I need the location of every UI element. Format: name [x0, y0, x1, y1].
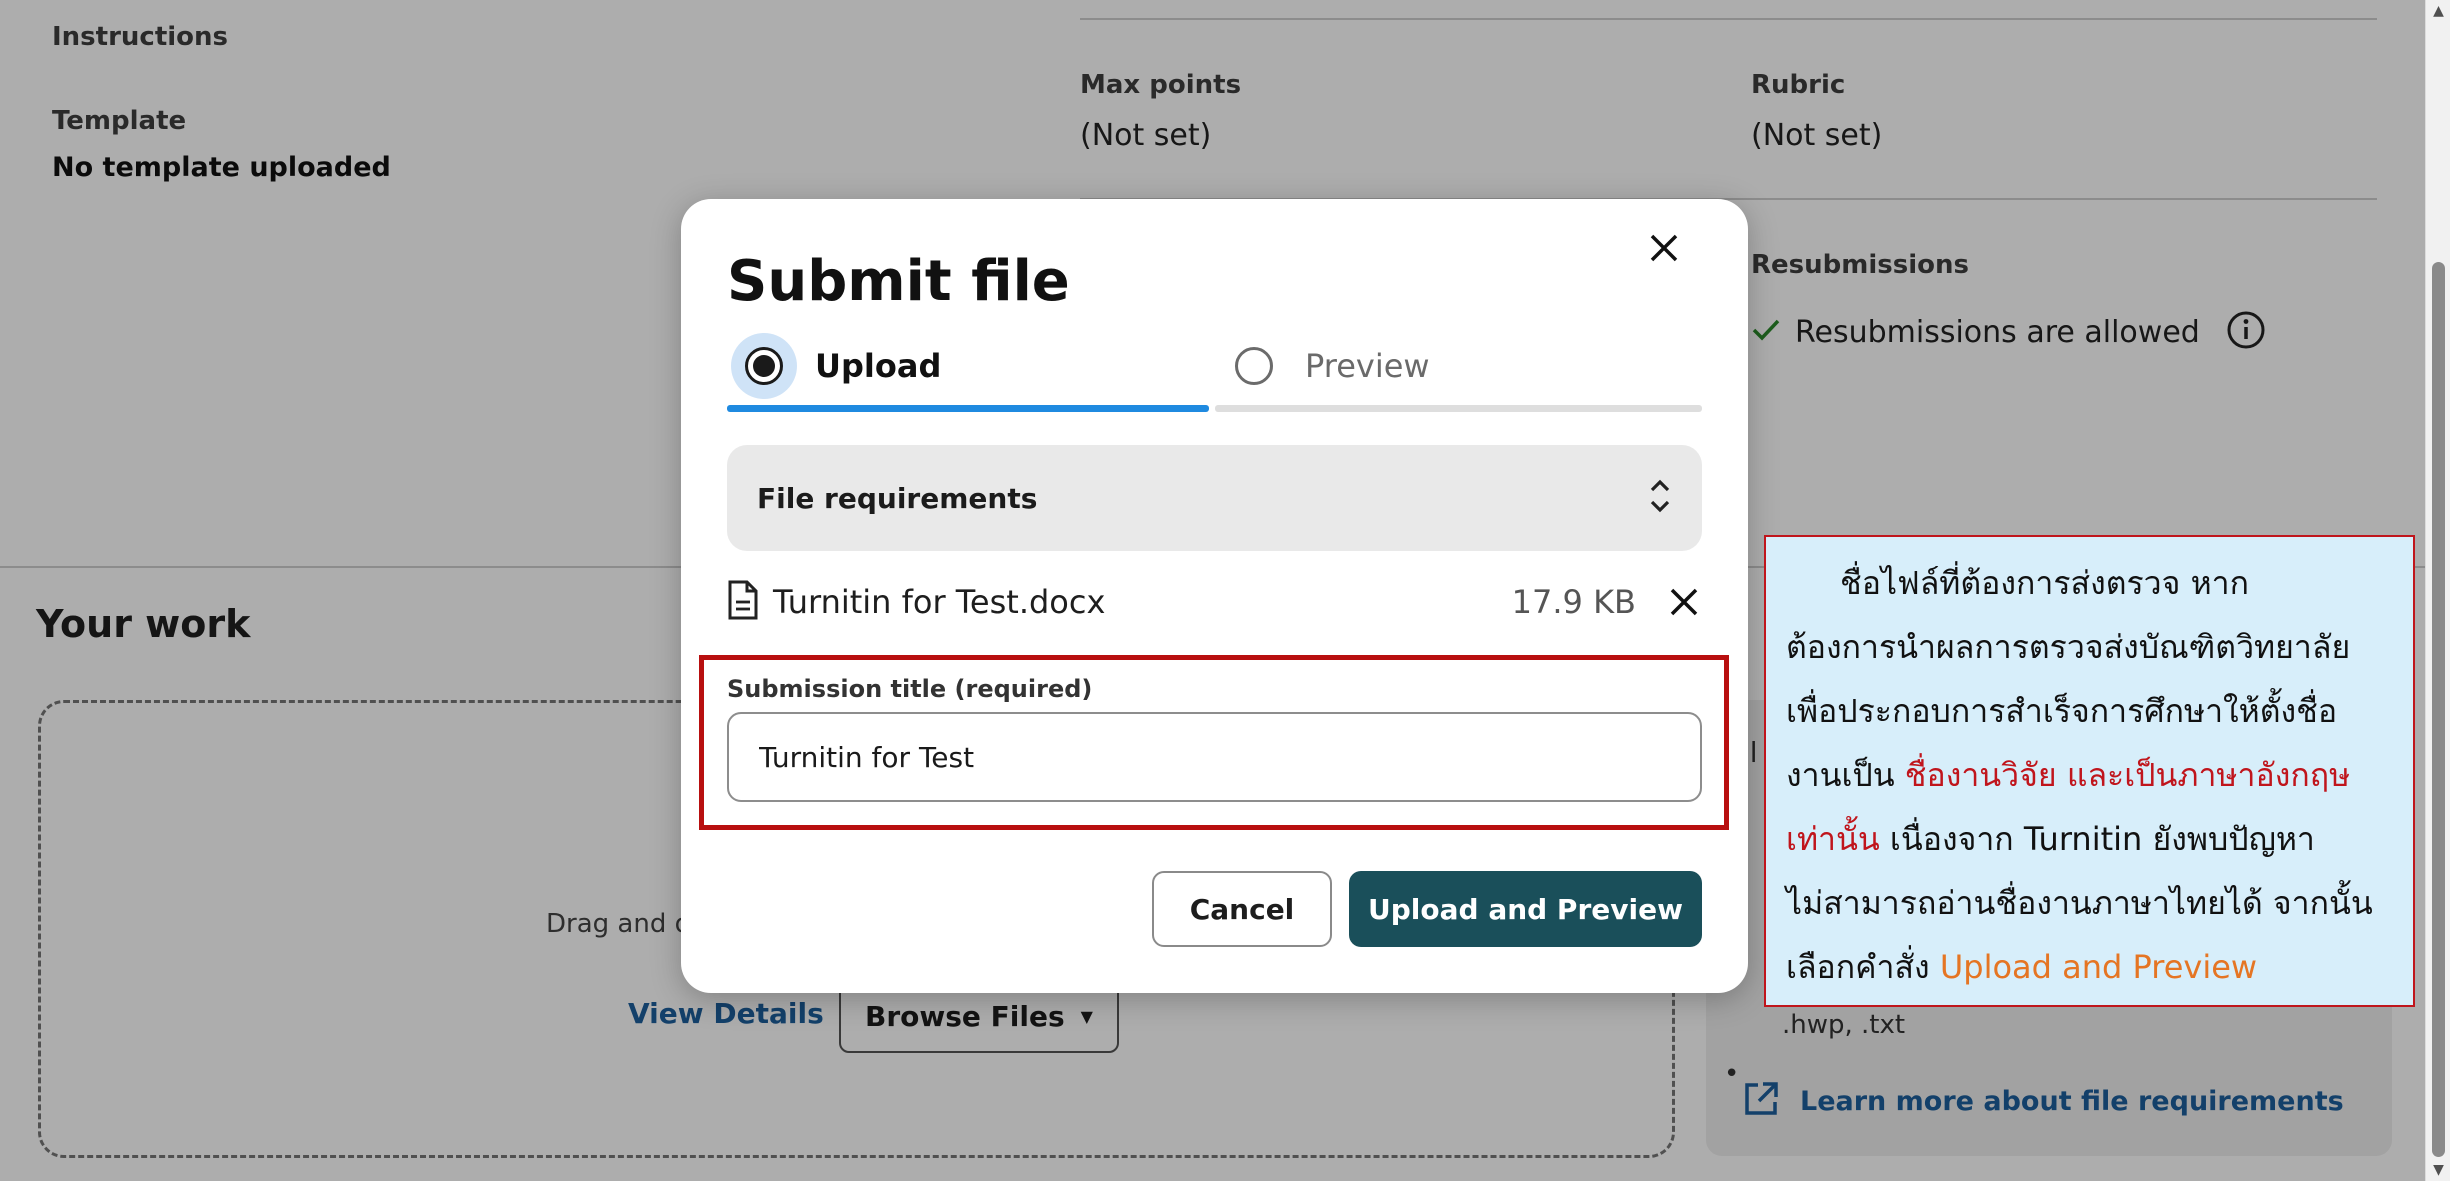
radio-unselected-icon [1221, 333, 1287, 399]
scroll-down-arrow-icon[interactable]: ▼ [2426, 1159, 2450, 1181]
step-preview-label: Preview [1305, 347, 1430, 385]
callout-line-1: ชื่อไฟล์ที่ต้องการส่งตรวจ หาก [1840, 564, 2249, 602]
callout-emphasis-orange: Upload and Preview [1939, 948, 2258, 986]
callout-line-6: ไม่สามารถอ่านชื่องานภาษาไทยได้ จากนั้น [1786, 884, 2373, 922]
file-size: 17.9 KB [1511, 583, 1636, 621]
selected-file-row: Turnitin for Test.docx 17.9 KB [727, 574, 1702, 630]
step-upload-label: Upload [815, 347, 942, 385]
callout-emphasis-red-2: เท่านั้น [1786, 820, 1880, 858]
file-requirements-accordion[interactable]: File requirements [727, 445, 1702, 551]
page-scrollbar[interactable]: ▲ ▼ [2425, 0, 2450, 1181]
remove-file-icon[interactable] [1666, 584, 1702, 620]
callout-line-5: เท่านั้น เนื่องจาก Turnitin ยังพบปัญหา [1786, 807, 2395, 871]
submission-title-input[interactable] [727, 712, 1702, 802]
step-progress-active [727, 405, 1209, 412]
submission-title-label: Submission title (required) [727, 675, 1093, 703]
step-preview[interactable]: Preview [1221, 329, 1430, 403]
callout-emphasis-red: ชื่องานวิจัย และเป็นภาษาอังกฤษ [1904, 756, 2351, 794]
callout-line-2: ต้องการนำผลการตรวจส่งบัณฑิตวิทยาลัย [1786, 628, 2351, 666]
document-icon [727, 580, 759, 624]
scroll-thumb[interactable] [2432, 262, 2445, 1157]
callout-line-4-prefix: งานเป็น [1786, 756, 1905, 794]
callout-line-4: งานเป็น ชื่องานวิจัย และเป็นภาษาอังกฤษ [1786, 743, 2395, 807]
cancel-button[interactable]: Cancel [1152, 871, 1332, 947]
file-requirements-label: File requirements [757, 481, 1038, 515]
callout-line-7: เลือกคำสั่ง Upload and Preview [1786, 935, 2395, 999]
step-progress-inactive [1215, 405, 1702, 412]
upload-and-preview-button[interactable]: Upload and Preview [1349, 871, 1702, 947]
scroll-up-arrow-icon[interactable]: ▲ [2426, 0, 2450, 22]
annotation-callout: ชื่อไฟล์ที่ต้องการส่งตรวจ หาก ต้องการนำผ… [1764, 535, 2415, 1007]
dialog-title: Submit file [727, 249, 1070, 314]
callout-line-5-rest: เนื่องจาก Turnitin ยังพบปัญหา [1879, 820, 2315, 858]
callout-line-7-prefix: เลือกคำสั่ง [1786, 948, 1940, 986]
step-upload[interactable]: Upload [731, 329, 941, 403]
callout-line-3: เพื่อประกอบการสำเร็จการศึกษาให้ตั้งชื่อ [1786, 692, 2338, 730]
radio-selected-icon [731, 333, 797, 399]
expand-collapse-icon [1648, 474, 1672, 522]
file-name: Turnitin for Test.docx [773, 583, 1106, 621]
close-icon[interactable] [1639, 223, 1689, 273]
submit-file-dialog: Submit file Upload Preview File requirem… [681, 199, 1748, 993]
